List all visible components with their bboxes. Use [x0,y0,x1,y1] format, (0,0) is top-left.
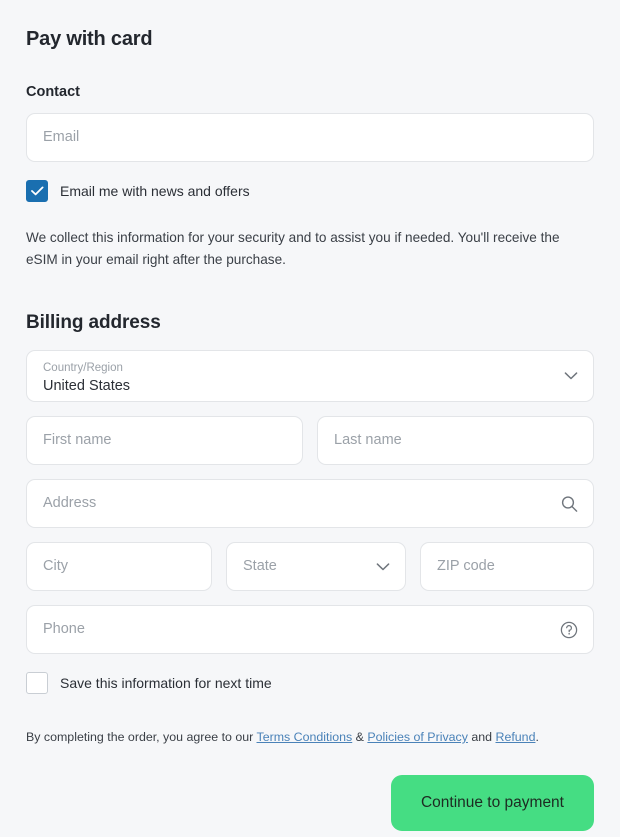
city-placeholder: City [43,558,68,575]
save-info-label: Save this information for next time [60,675,272,692]
last-name-placeholder: Last name [334,432,402,449]
state-placeholder: State [243,558,277,575]
zip-code-field[interactable]: ZIP code [420,542,594,592]
chevron-down-icon[interactable] [564,372,578,381]
email-placeholder: Email [43,129,80,146]
country-label: Country/Region [43,362,123,375]
country-value: United States [43,377,131,394]
refund-link[interactable]: Refund [496,730,536,744]
terms-conditions-link[interactable]: Terms Conditions [257,730,353,744]
phone-field[interactable]: Phone [26,605,594,655]
name-row: First name Last name [26,416,594,466]
phone-row: Phone [26,605,594,655]
checkmark-icon [30,186,43,196]
help-circle-icon[interactable] [560,621,578,639]
city-state-zip-row: City State ZIP code [26,542,594,592]
first-name-field[interactable]: First name [26,416,303,466]
newsletter-checkbox-row[interactable]: Email me with news and offers [26,180,594,202]
email-field[interactable]: Email [26,113,594,162]
page-title: Pay with card [26,28,153,50]
legal-text: By completing the order, you agree to ou… [26,728,594,747]
submit-button-area: Continue to payment [26,774,594,831]
continue-to-payment-button[interactable]: Continue to payment [390,774,594,831]
search-icon[interactable] [561,495,578,512]
checkout-page: Pay with card Contact Email Email me wit… [0,0,620,837]
contact-note: We collect this information for your sec… [26,230,560,268]
chevron-down-icon[interactable] [376,562,390,571]
phone-placeholder: Phone [43,621,85,638]
newsletter-label: Email me with news and offers [60,183,250,199]
newsletter-checkbox[interactable] [26,180,48,202]
state-select[interactable]: State [226,542,406,592]
legal-suffix: . [535,730,539,745]
last-name-field[interactable]: Last name [317,416,594,466]
country-select[interactable]: Country/Region United States [26,350,594,403]
city-field[interactable]: City [26,542,212,592]
legal-separator: & [352,730,368,745]
address-field[interactable]: Address [26,479,594,529]
save-info-checkbox-row[interactable]: Save this information for next time [26,672,594,695]
first-name-placeholder: First name [43,432,112,449]
legal-prefix: By completing the order, you agree to ou… [26,730,257,745]
privacy-policy-link[interactable]: Policies of Privacy [367,730,468,744]
address-row: Address [26,479,594,529]
save-info-checkbox[interactable] [26,672,48,695]
zip-code-placeholder: ZIP code [437,558,495,575]
legal-conjunction: and [467,730,496,745]
contact-section-title: Contact [26,84,80,100]
address-placeholder: Address [43,495,97,512]
billing-section-title: Billing address [26,312,161,334]
